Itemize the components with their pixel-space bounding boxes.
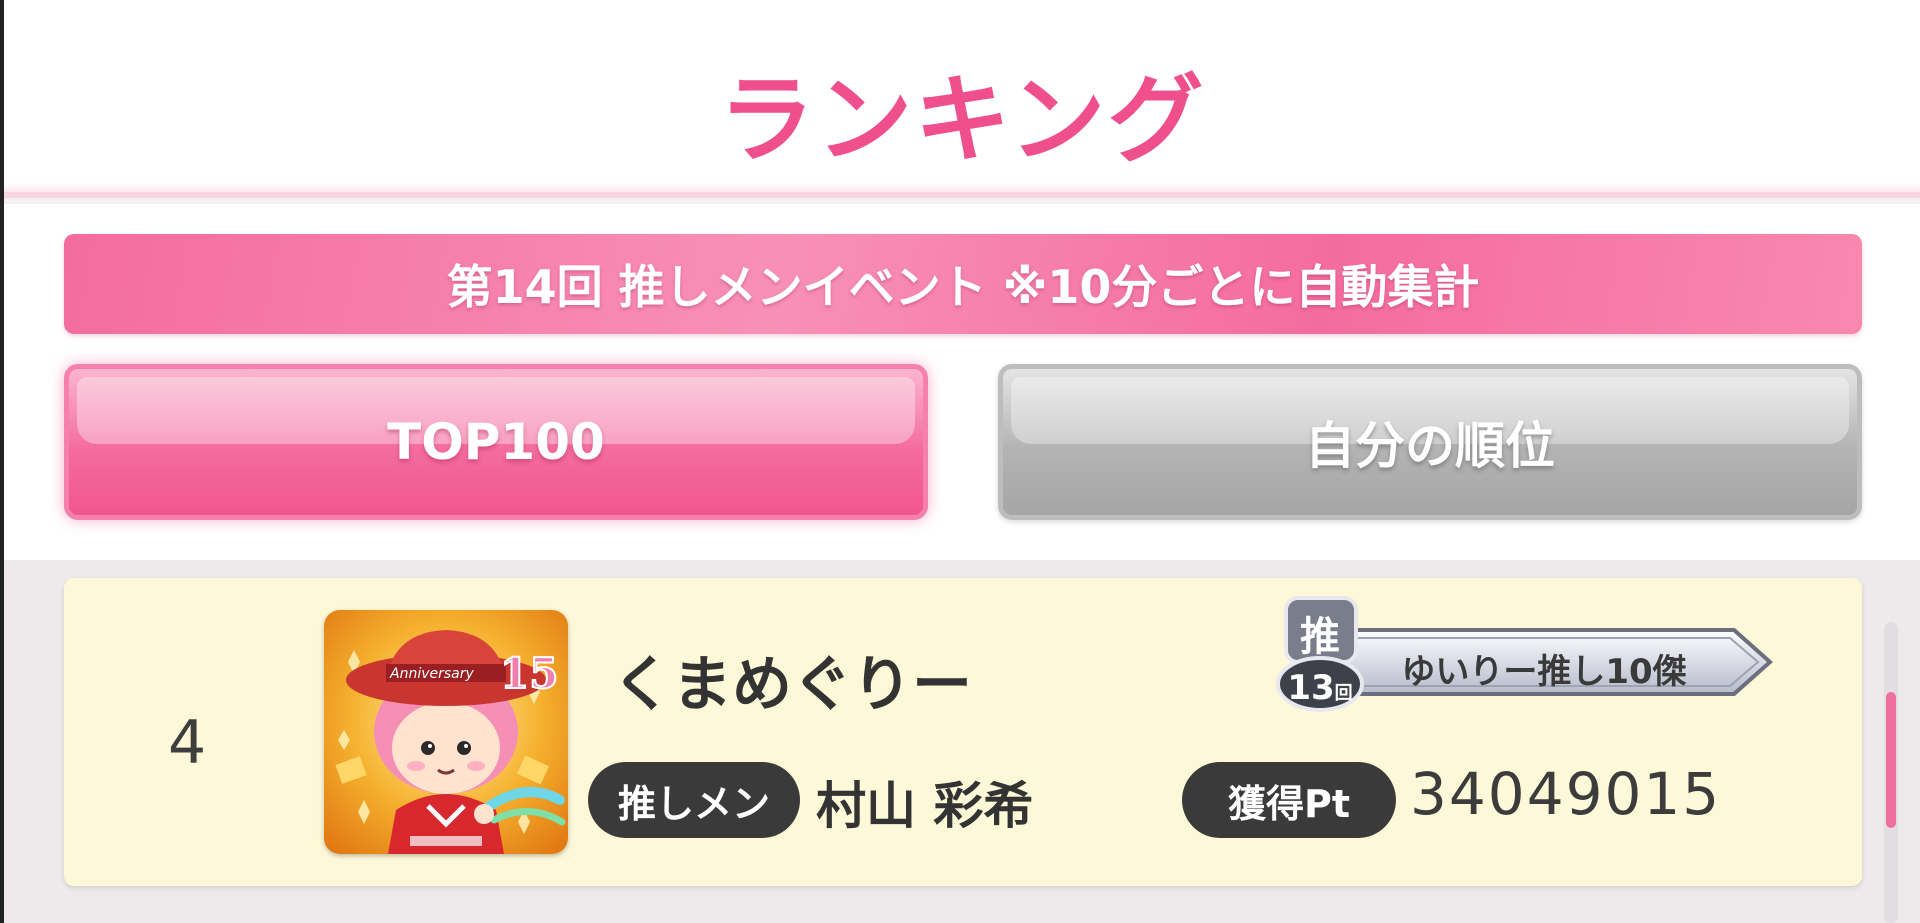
event-banner: 第14回 推しメンイベント ※10分ごとに自動集計 bbox=[64, 234, 1862, 334]
oshi-emblem: 推 13回 bbox=[1274, 594, 1368, 714]
rank-number: 4 bbox=[168, 708, 207, 778]
controls-panel: 第14回 推しメンイベント ※10分ごとに自動集計 TOP100 自分の順位 bbox=[4, 204, 1920, 560]
points-label-pill: 獲得Pt bbox=[1182, 762, 1396, 838]
player-name: くまめぐりー bbox=[612, 650, 972, 720]
title-badge-text: ゆいりー推し10傑 bbox=[1401, 652, 1687, 692]
anniversary-character-avatar-icon: Anniversary 15 bbox=[324, 610, 568, 854]
ranking-screen: ランキング 第14回 推しメンイベント ※10分ごとに自動集計 TOP100 自… bbox=[0, 0, 1920, 923]
oshimen-label-pill: 推しメン bbox=[588, 762, 800, 838]
tab-my-rank-label: 自分の順位 bbox=[1305, 417, 1555, 475]
svg-text:15: 15 bbox=[500, 649, 558, 698]
oshi-emblem-count: 13回 bbox=[1287, 668, 1353, 708]
header: ランキング bbox=[4, 0, 1920, 198]
ranking-list: 4 Anniversary 15 くまめぐりー ゆいりー推し10傑 推 13回 … bbox=[4, 560, 1920, 923]
ranking-row[interactable]: 4 Anniversary 15 くまめぐりー ゆいりー推し10傑 推 13回 … bbox=[64, 578, 1862, 886]
page-title: ランキング bbox=[718, 64, 1206, 176]
oshimen-name: 村山 彩希 bbox=[816, 777, 1034, 835]
player-avatar[interactable]: Anniversary 15 bbox=[324, 610, 568, 854]
tab-top100[interactable]: TOP100 bbox=[64, 364, 928, 520]
tab-top100-label: TOP100 bbox=[387, 413, 605, 471]
svg-text:Anniversary: Anniversary bbox=[389, 666, 474, 682]
scrollbar-thumb[interactable] bbox=[1886, 692, 1896, 828]
title-badge[interactable]: ゆいりー推し10傑 推 13回 bbox=[1274, 594, 1814, 734]
tab-my-rank[interactable]: 自分の順位 bbox=[998, 364, 1862, 520]
points-value: 34049015 bbox=[1410, 760, 1722, 828]
header-divider bbox=[4, 182, 1920, 192]
oshi-emblem-kanji: 推 bbox=[1300, 614, 1340, 660]
